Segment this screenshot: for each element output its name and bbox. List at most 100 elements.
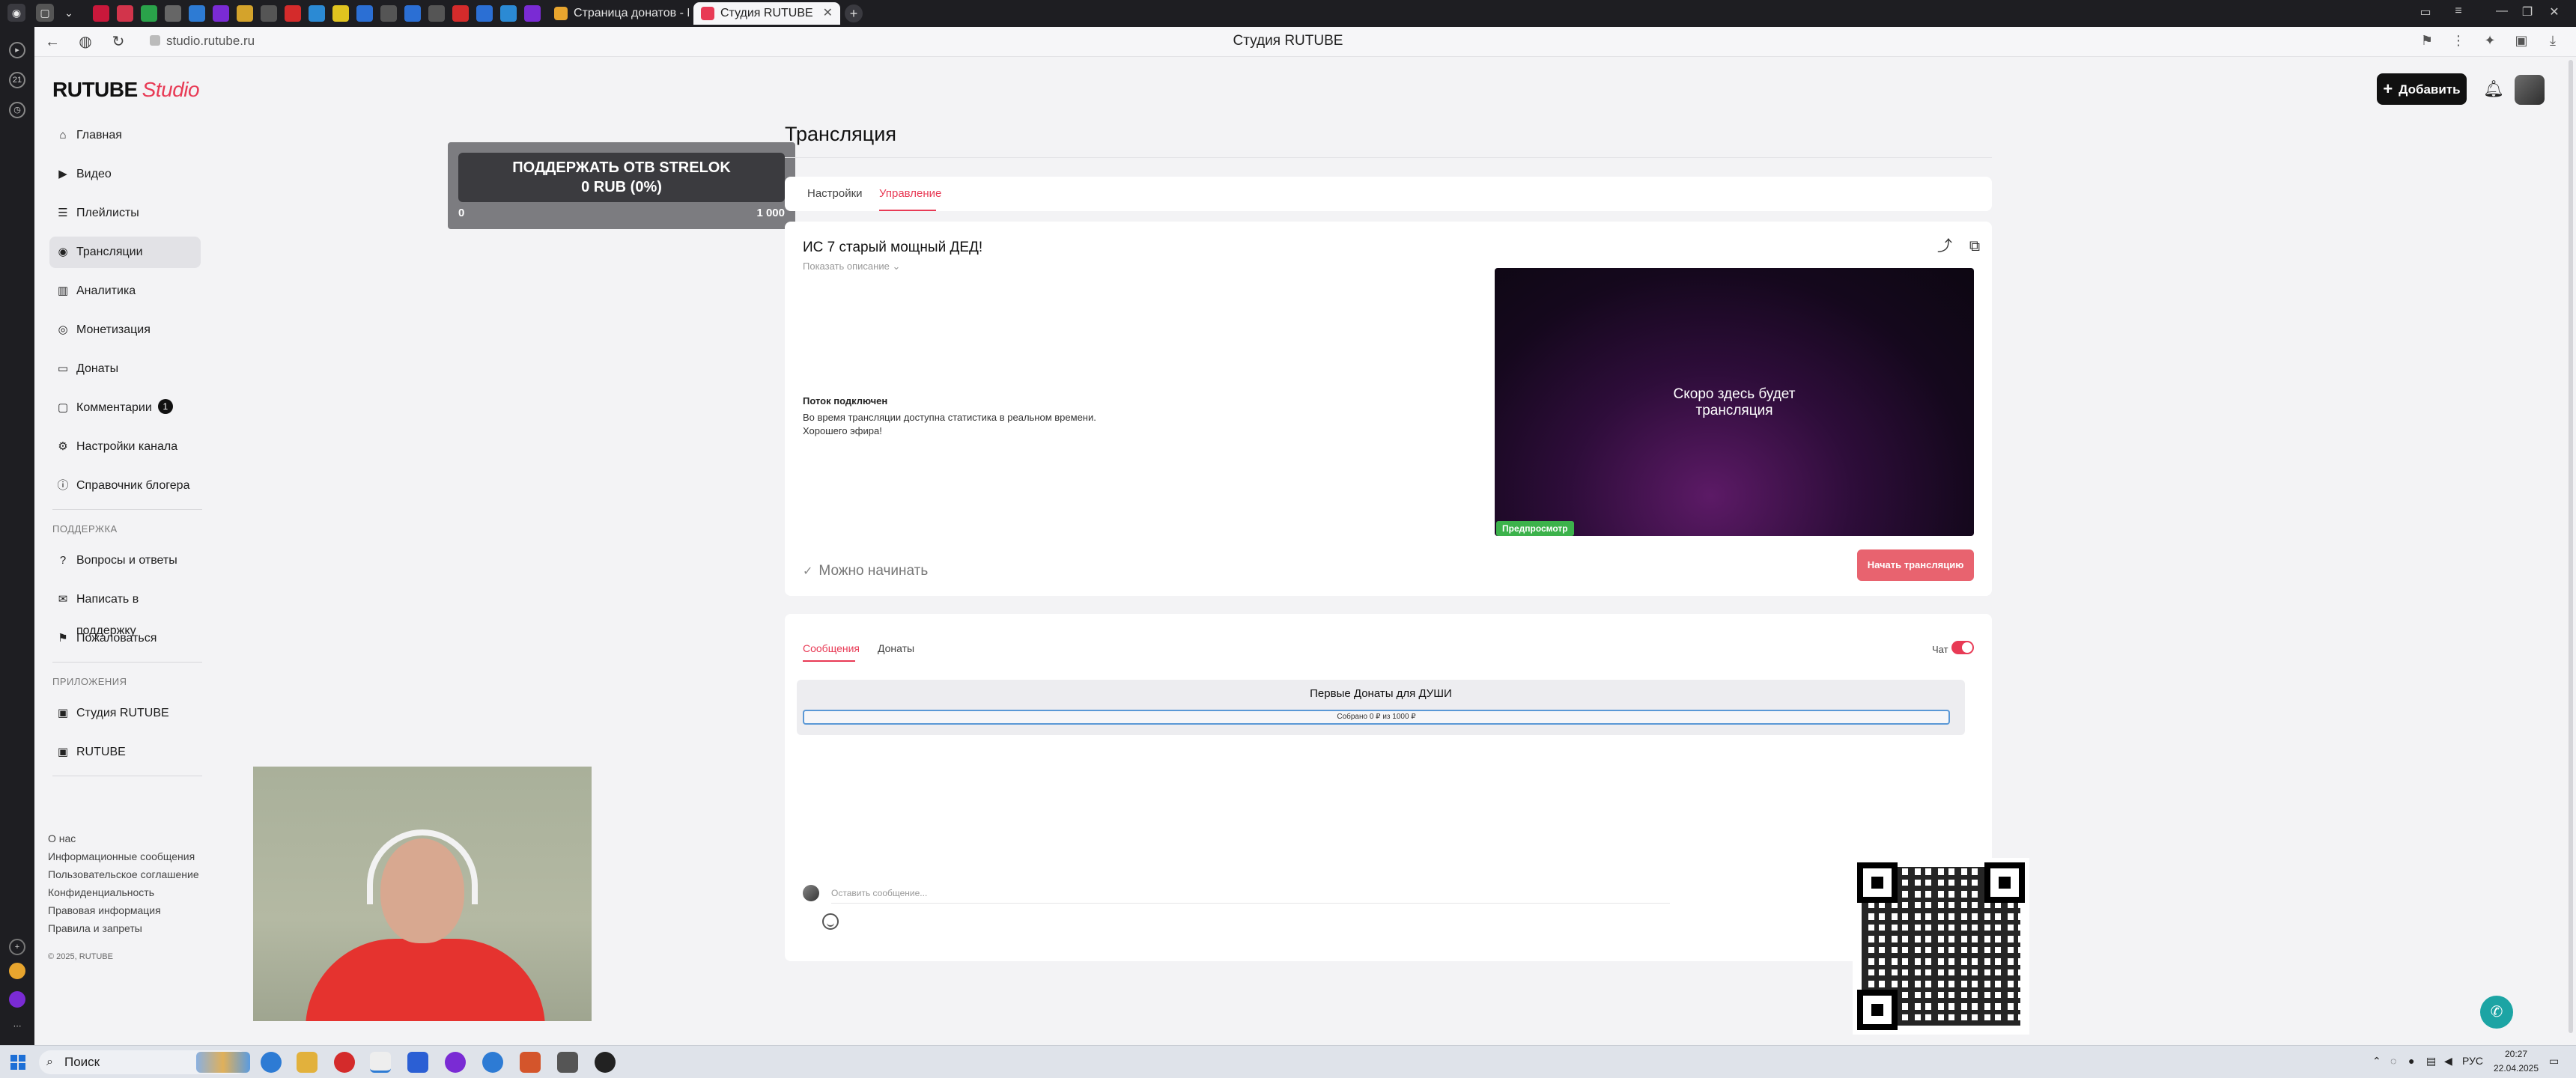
support-chat-button[interactable]: ✆ bbox=[2480, 996, 2513, 1029]
sidebar-item-report[interactable]: ⚑ Пожаловаться bbox=[49, 623, 201, 654]
pinned-tab-icon[interactable] bbox=[404, 5, 421, 22]
close-tab-icon[interactable]: ✕ bbox=[823, 2, 833, 25]
clock[interactable]: 20:27 22.04.2025 bbox=[2486, 1047, 2546, 1076]
add-button[interactable]: + Добавить bbox=[2377, 73, 2467, 105]
tab-rutube-studio[interactable]: Студия RUTUBE ✕ bbox=[693, 2, 840, 25]
footer-link-privacy[interactable]: Конфиденциальность bbox=[48, 883, 228, 901]
shield-icon[interactable]: ◍ bbox=[76, 33, 94, 51]
sidebar-item-donations[interactable]: ▭ Донаты bbox=[49, 353, 201, 385]
extensions-icon[interactable]: ✦ bbox=[2480, 33, 2500, 49]
sidebar-app-icon[interactable]: 21 bbox=[9, 72, 25, 88]
microphone-icon[interactable]: ● bbox=[2408, 1055, 2414, 1067]
pinned-tab-icon[interactable] bbox=[285, 5, 301, 22]
sidebar-app-icon[interactable]: ◷ bbox=[9, 102, 25, 118]
app-icon[interactable] bbox=[557, 1052, 578, 1073]
sidebar-item-monetization[interactable]: ◎ Монетизация bbox=[49, 314, 201, 346]
pinned-tab-icon[interactable] bbox=[117, 5, 133, 22]
footer-link-about[interactable]: О нас bbox=[48, 829, 228, 847]
tab-management[interactable]: Управление bbox=[879, 187, 941, 200]
pinned-tab-icon[interactable] bbox=[380, 5, 397, 22]
more-icon[interactable]: ⋮ bbox=[2449, 33, 2468, 49]
chevron-up-icon[interactable]: ⌃ bbox=[2372, 1055, 2381, 1068]
sidebar-item-broadcasts[interactable]: ◉ Трансляции bbox=[49, 237, 201, 268]
tab-settings[interactable]: Настройки bbox=[807, 187, 863, 200]
sidebar-app-icon[interactable]: ▸ bbox=[9, 42, 25, 58]
sidebar-item-write-support[interactable]: ✉ Написать в поддержку bbox=[49, 584, 201, 637]
collections-icon[interactable]: ▣ bbox=[2512, 33, 2531, 49]
sidebar-item-analytics[interactable]: ▥ Аналитика bbox=[49, 275, 201, 307]
pinned-tab-icon[interactable] bbox=[476, 5, 493, 22]
maximize-icon[interactable]: ❐ bbox=[2516, 4, 2539, 19]
close-window-icon[interactable]: ✕ bbox=[2543, 4, 2566, 19]
bookmark-panel-icon[interactable]: ▭ bbox=[2414, 4, 2437, 19]
scrollbar[interactable] bbox=[2569, 60, 2573, 1033]
bell-icon[interactable]: 🔔︎ bbox=[2483, 79, 2504, 99]
yandex-browser-icon[interactable] bbox=[370, 1052, 391, 1073]
avatar[interactable] bbox=[2515, 75, 2545, 105]
emoji-icon[interactable] bbox=[822, 913, 839, 930]
windows-start-icon[interactable] bbox=[10, 1055, 25, 1070]
external-link-icon[interactable]: ⧉ bbox=[1965, 237, 1984, 256]
rutube-studio-logo[interactable]: RUTUBE Studio bbox=[52, 78, 200, 102]
url-field[interactable]: studio.rutube.ru bbox=[150, 34, 255, 49]
app-icon[interactable] bbox=[407, 1052, 428, 1073]
app-icon[interactable] bbox=[482, 1052, 503, 1073]
obs-icon[interactable] bbox=[595, 1052, 616, 1073]
pinned-tab-icon[interactable] bbox=[141, 5, 157, 22]
sidebar-item-playlists[interactable]: ☰ Плейлисты bbox=[49, 198, 201, 229]
chevron-down-icon[interactable]: ⌄ bbox=[60, 4, 78, 22]
show-description-link[interactable]: Показать описание ⌄ bbox=[803, 261, 900, 272]
pinned-tab-icon[interactable] bbox=[452, 5, 469, 22]
download-icon[interactable]: ⤓ bbox=[2543, 33, 2563, 49]
pinned-tab-icon[interactable] bbox=[213, 5, 229, 22]
pinned-tab-icon[interactable] bbox=[189, 5, 205, 22]
new-tab-button[interactable]: + bbox=[845, 4, 863, 22]
footer-link-terms[interactable]: Пользовательское соглашение bbox=[48, 865, 228, 883]
sidebar-item-blogger-guide[interactable]: ⓘ Справочник блогера bbox=[49, 470, 201, 502]
sidebar-item-comments[interactable]: ▢ Комментарии 1 bbox=[49, 392, 201, 424]
sidebar-item-home[interactable]: ⌂ Главная bbox=[49, 120, 201, 151]
edge-icon[interactable] bbox=[261, 1052, 282, 1073]
yandex-icon[interactable] bbox=[334, 1052, 355, 1073]
pinned-tab-icon[interactable] bbox=[93, 5, 109, 22]
app-icon[interactable] bbox=[520, 1052, 541, 1073]
tab-donations[interactable]: Донаты bbox=[878, 642, 914, 654]
app-icon[interactable] bbox=[445, 1052, 466, 1073]
sidebar-item-video[interactable]: ▶ Видео bbox=[49, 159, 201, 190]
reload-icon[interactable]: ↻ bbox=[109, 33, 127, 51]
more-icon[interactable]: ⋯ bbox=[9, 1020, 25, 1036]
pinned-tab-icon[interactable] bbox=[237, 5, 253, 22]
tray-app-icon[interactable]: ◌ bbox=[2390, 1055, 2396, 1067]
sidebar-item-studio-app[interactable]: ▣ Студия RUTUBE bbox=[49, 698, 201, 729]
sidebar-item-channel-settings[interactable]: ⚙ Настройки канала bbox=[49, 431, 201, 463]
footer-link-rules[interactable]: Правила и запреты bbox=[48, 919, 228, 937]
pinned-tab-icon[interactable] bbox=[261, 5, 277, 22]
footer-link-info[interactable]: Информационные сообщения bbox=[48, 847, 228, 865]
sidebar-item-rutube-app[interactable]: ▣ RUTUBE bbox=[49, 737, 201, 768]
tab-messages[interactable]: Сообщения bbox=[803, 642, 860, 654]
tab-donation-page[interactable]: Страница донатов - Пан bbox=[547, 2, 689, 25]
menu-icon[interactable]: ≡ bbox=[2447, 4, 2470, 18]
sidebar-item-faq[interactable]: ? Вопросы и ответы bbox=[49, 545, 201, 576]
explorer-icon[interactable] bbox=[297, 1052, 318, 1073]
minimize-icon[interactable]: — bbox=[2491, 4, 2513, 18]
network-icon[interactable]: ▤ bbox=[2426, 1055, 2436, 1068]
pinned-tab-icon[interactable] bbox=[309, 5, 325, 22]
notification-icon[interactable]: ▭ bbox=[2549, 1055, 2559, 1068]
bookmark-icon[interactable]: ⚑ bbox=[2417, 33, 2437, 49]
pinned-tab-icon[interactable] bbox=[165, 5, 181, 22]
start-broadcast-button[interactable]: Начать трансляцию bbox=[1857, 549, 1974, 581]
pinned-tab-icon[interactable] bbox=[524, 5, 541, 22]
footer-link-legal[interactable]: Правовая информация bbox=[48, 901, 228, 919]
tab-overview-icon[interactable]: ▢ bbox=[36, 4, 54, 22]
sidebar-app-icon[interactable] bbox=[9, 991, 25, 1008]
share-icon[interactable]: ⤴ bbox=[1935, 237, 1954, 256]
stream-preview[interactable]: Скоро здесь будет трансляция Предпросмот… bbox=[1495, 268, 1974, 536]
volume-icon[interactable]: ◀ bbox=[2444, 1055, 2452, 1068]
widget-icon[interactable] bbox=[196, 1052, 250, 1073]
back-icon[interactable]: ← bbox=[43, 33, 61, 51]
chat-toggle[interactable] bbox=[1951, 641, 1974, 654]
message-input[interactable]: Оставить сообщение... bbox=[831, 888, 927, 898]
pinned-tab-icon[interactable] bbox=[332, 5, 349, 22]
language-indicator[interactable]: РУС bbox=[2462, 1055, 2483, 1067]
